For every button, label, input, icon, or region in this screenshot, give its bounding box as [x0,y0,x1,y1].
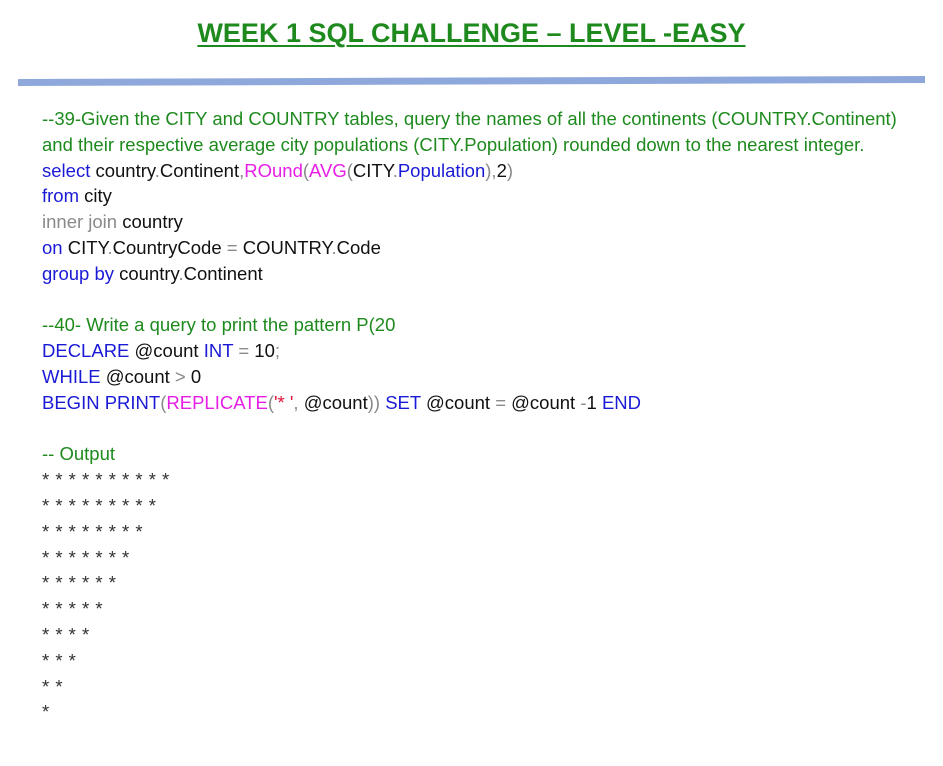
table-name: CITY [67,236,108,258]
output-row: * [42,701,50,723]
output-row: * * * * * * [42,572,117,594]
round-function: ROund [244,159,303,181]
variable: @count [303,391,368,413]
column-name: Continent [159,159,240,181]
q40-while-line: WHILE @count > 0 [42,364,912,390]
replicate-function: REPLICATE [166,391,268,413]
code-block: --39-Given the CITY and COUNTRY tables, … [42,106,912,725]
column-name: Continent [183,262,263,284]
output-label: -- Output [42,443,115,465]
number: 2 [496,159,507,181]
variable: @count [105,365,170,387]
avg-function: AVG [309,159,347,181]
variable: @count [134,340,199,362]
q39-join-line: inner join country [42,209,912,235]
output-row: * * * * * * * [42,546,130,568]
end-keyword: END [601,391,641,413]
column-name: Code [336,236,381,258]
on-keyword: on [42,236,63,258]
paren: ) [506,159,514,181]
column-name: CountryCode [112,236,222,258]
output-row: * * * * * * * * * [42,494,157,516]
comma: , [293,391,299,413]
variable: @count [426,391,491,413]
table-name: COUNTRY [242,236,332,258]
from-keyword: from [42,185,79,207]
q39-groupby-line: group by country.Continent [42,261,912,287]
output-row: * * * * [42,623,90,645]
greater-than: > [174,365,186,387]
divider-rule [18,76,925,86]
table-name: CITY [352,159,393,181]
table-name: country [119,262,179,284]
join-keyword: inner join [42,211,118,233]
type-keyword: INT [203,340,234,362]
table-name: country [122,211,183,233]
equals: = [238,340,250,362]
number: 1 [586,391,597,413]
q40-declare-line: DECLARE @count INT = 10; [42,338,912,364]
table-name: city [84,185,112,207]
column-name: Population [397,159,486,181]
while-keyword: WHILE [42,365,101,387]
equals: = [226,236,238,258]
print-keyword: PRINT [104,391,161,413]
paren: ), [485,159,497,181]
q39-on-line: on CITY.CountryCode = COUNTRY.Code [42,235,912,261]
table-name: country [95,159,155,181]
string-literal: '* ' [274,391,294,413]
output-row: * * * * * [42,598,104,620]
paren: )) [367,391,381,413]
variable: @count [511,391,576,413]
set-keyword: SET [385,391,421,413]
semicolon: ; [274,340,280,362]
equals: = [495,391,506,413]
select-keyword: select [42,159,91,181]
q39-comment: --39-Given the CITY and COUNTRY tables, … [42,108,897,155]
begin-keyword: BEGIN [42,391,100,413]
declare-keyword: DECLARE [42,340,130,362]
output-row: * * * * * * * * * * [42,469,170,491]
output-row: * * * [42,649,77,671]
q40-begin-line: BEGIN PRINT(REPLICATE('* ', @count)) SET… [42,390,912,416]
page-title: WEEK 1 SQL CHALLENGE – LEVEL -EASY [197,18,746,48]
number: 0 [190,365,202,387]
q40-comment: --40- Write a query to print the pattern… [42,314,396,336]
output-row: * * * * * * * * [42,520,144,542]
q39-from-line: from city [42,183,912,209]
output-row: * * [42,675,64,697]
groupby-keyword: group by [42,262,114,284]
q39-select-line: select country.Continent,ROund(AVG(CITY.… [42,158,912,184]
number: 10 [254,340,275,362]
